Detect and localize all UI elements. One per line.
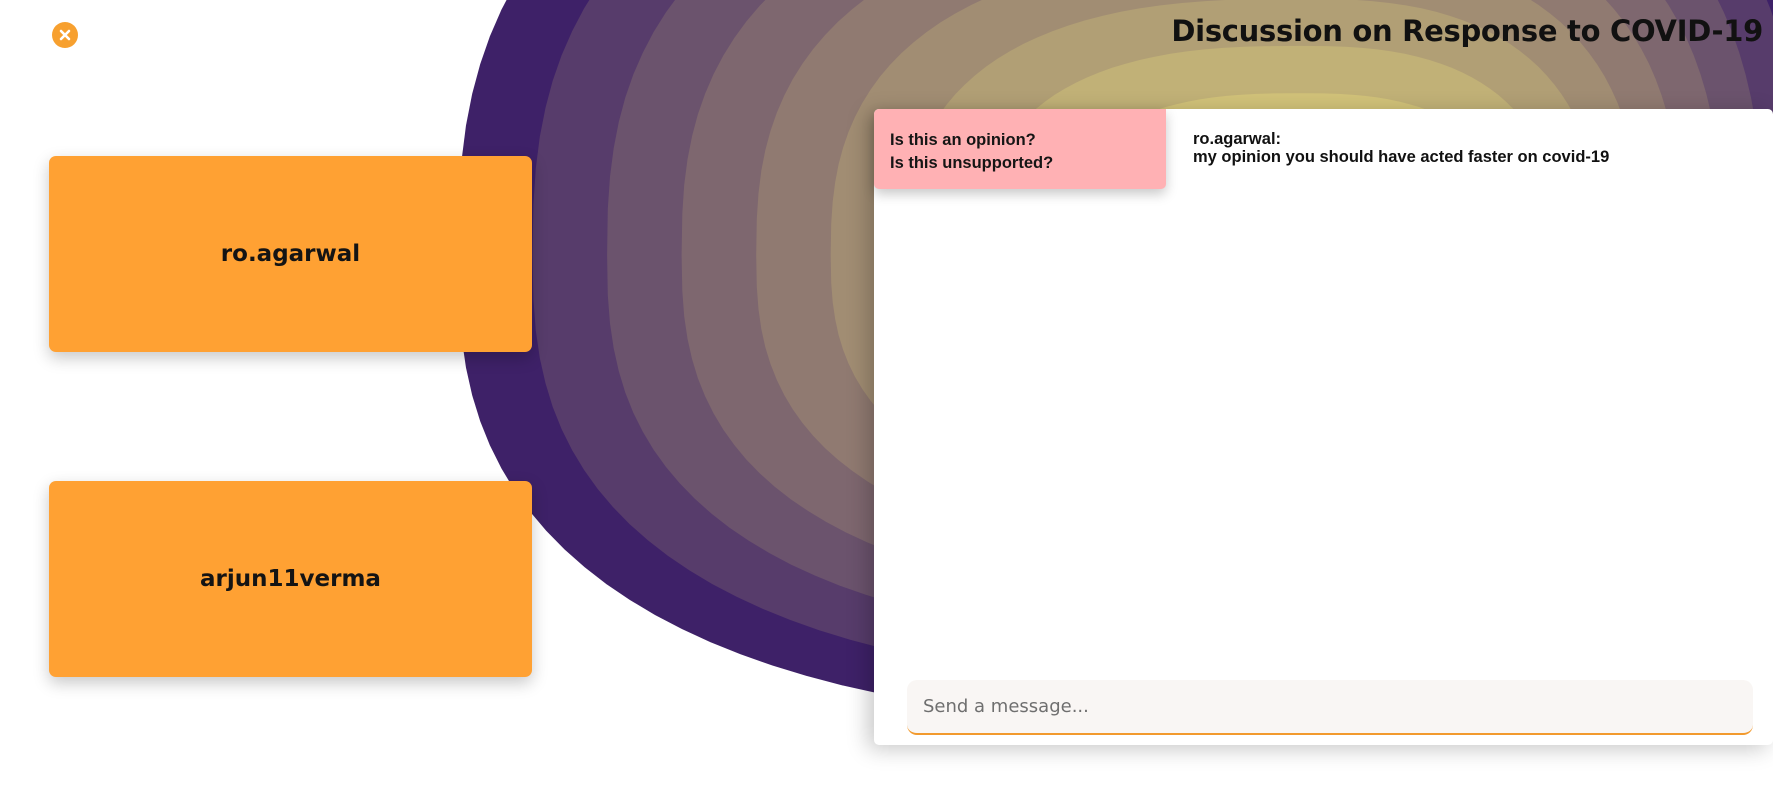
flag-questions-box[interactable]: Is this an opinion? Is this unsupported? (874, 109, 1166, 189)
message-text: my opinion you should have acted faster … (1193, 148, 1610, 166)
message-input[interactable] (907, 680, 1753, 733)
page-title: Discussion on Response to COVID-19 (1171, 14, 1763, 48)
unsupported-question: Is this unsupported? (890, 154, 1054, 172)
message-author: ro.agarwal: (1193, 130, 1282, 148)
participant-name: arjun11verma (200, 566, 381, 592)
close-icon (59, 29, 71, 41)
participant-card[interactable]: arjun11verma (49, 481, 532, 677)
participant-card[interactable]: ro.agarwal (49, 156, 532, 352)
message-input-container (907, 680, 1753, 735)
chat-message: ro.agarwal: my opinion you should have a… (1193, 130, 1609, 166)
participant-name: ro.agarwal (220, 241, 361, 267)
opinion-question: Is this an opinion? (890, 131, 1036, 149)
chat-panel: Is this an opinion? Is this unsupported?… (874, 109, 1773, 745)
close-button[interactable] (52, 22, 78, 48)
